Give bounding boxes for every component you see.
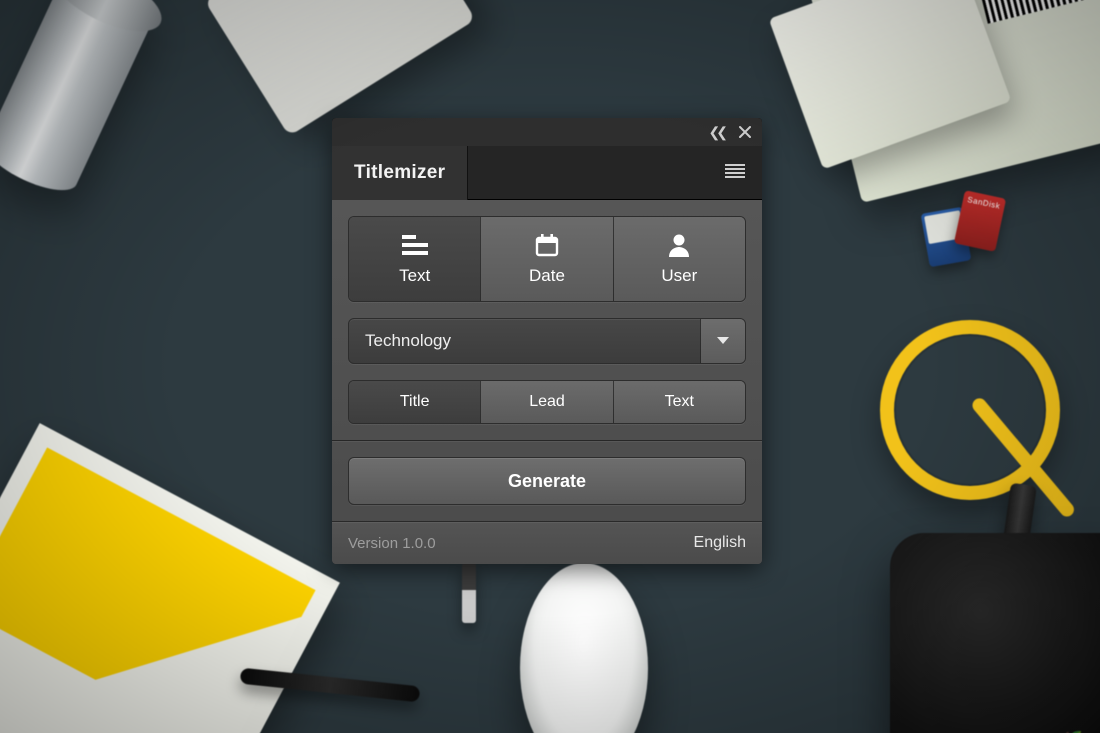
close-icon[interactable] bbox=[738, 125, 752, 139]
format-title[interactable]: Title bbox=[349, 381, 480, 423]
app-title-tab[interactable]: Titlemizer bbox=[332, 146, 468, 200]
title-bar: Titlemizer bbox=[332, 146, 762, 200]
yellow-cable-prop bbox=[860, 300, 1080, 520]
tab-date[interactable]: Date bbox=[480, 217, 612, 301]
tab-user[interactable]: User bbox=[613, 217, 745, 301]
menu-button[interactable] bbox=[708, 146, 762, 200]
panel-footer: Version 1.0.0 English bbox=[332, 521, 762, 564]
tab-label: Date bbox=[529, 266, 565, 286]
boxes-prop bbox=[830, 0, 1100, 170]
app-title: Titlemizer bbox=[354, 162, 445, 184]
format-text[interactable]: Text bbox=[613, 381, 745, 423]
speaker-prop bbox=[204, 0, 475, 136]
text-lines-icon bbox=[402, 232, 428, 258]
window-controls: ❮❮ bbox=[332, 118, 762, 146]
format-label: Lead bbox=[529, 393, 565, 411]
desktop-background: ❮❮ Titlemizer bbox=[0, 0, 1100, 733]
tab-label: User bbox=[661, 266, 697, 286]
type-segmented-control: Text Date bbox=[348, 216, 746, 302]
collapse-icon[interactable]: ❮❮ bbox=[709, 124, 724, 141]
titlemizer-panel: ❮❮ Titlemizer bbox=[332, 118, 762, 564]
user-icon bbox=[668, 232, 690, 258]
format-label: Text bbox=[665, 393, 694, 411]
tab-label: Text bbox=[399, 266, 430, 286]
usb-drive-prop bbox=[462, 563, 476, 623]
dropdown-caret bbox=[700, 319, 745, 363]
appletv-prop bbox=[890, 533, 1100, 733]
format-lead[interactable]: Lead bbox=[480, 381, 612, 423]
calendar-icon bbox=[535, 232, 559, 258]
version-label: Version 1.0.0 bbox=[348, 535, 436, 552]
format-segmented-control: Title Lead Text bbox=[348, 380, 746, 424]
generate-button[interactable]: Generate bbox=[348, 457, 746, 505]
chevron-down-icon bbox=[717, 332, 729, 350]
tab-text[interactable]: Text bbox=[349, 217, 480, 301]
menu-lines-icon bbox=[725, 164, 745, 183]
language-selector[interactable]: English bbox=[694, 534, 746, 552]
format-label: Title bbox=[400, 393, 430, 411]
category-value: Technology bbox=[349, 319, 700, 363]
mouse-prop bbox=[520, 563, 648, 733]
category-dropdown[interactable]: Technology bbox=[348, 318, 746, 364]
generate-label: Generate bbox=[508, 471, 586, 492]
flashlight-prop bbox=[0, 0, 162, 201]
